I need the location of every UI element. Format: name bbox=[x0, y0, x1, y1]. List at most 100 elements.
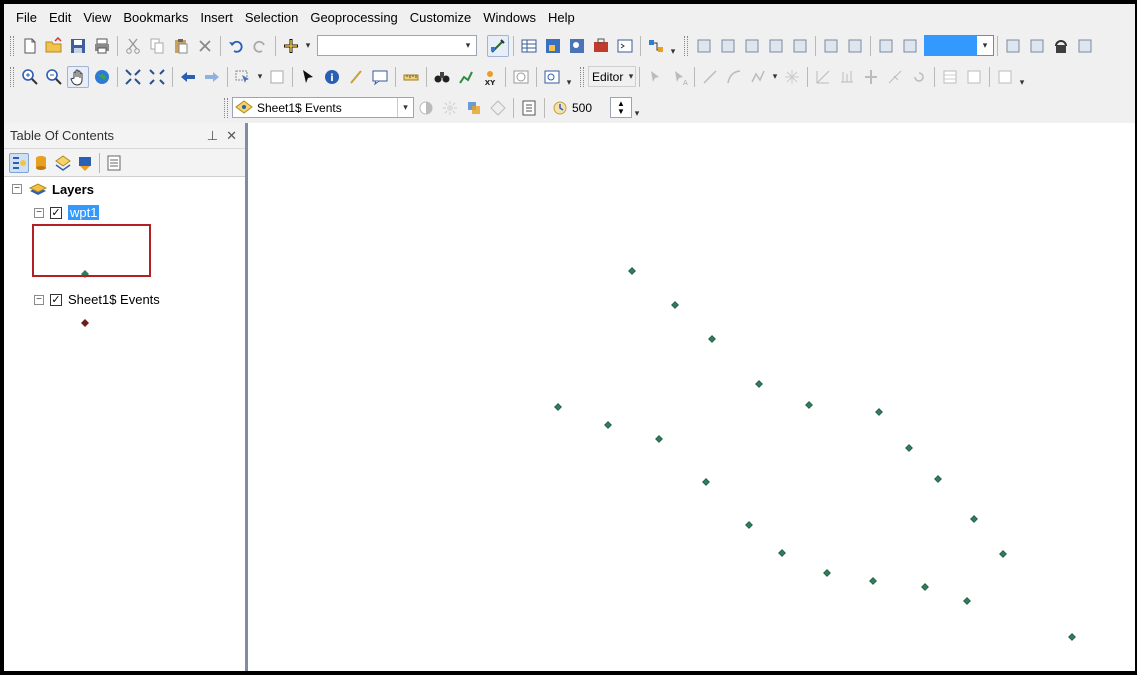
copy-icon[interactable] bbox=[146, 35, 168, 57]
map-point[interactable] bbox=[970, 515, 978, 523]
attributes-icon[interactable] bbox=[939, 66, 961, 88]
adjust-brightness-icon[interactable] bbox=[439, 97, 461, 119]
chevron-down-icon[interactable]: ▾ bbox=[770, 66, 780, 88]
toolbar-options-icon[interactable]: ▾ bbox=[1017, 66, 1027, 88]
map-point[interactable] bbox=[869, 577, 877, 585]
chevron-down-icon[interactable]: ▾ bbox=[397, 98, 413, 117]
arctoolbox-icon[interactable] bbox=[590, 35, 612, 57]
toolbar-grip[interactable] bbox=[10, 66, 14, 87]
fixed-zoom-out-icon[interactable] bbox=[146, 66, 168, 88]
zoom-100-icon[interactable] bbox=[789, 35, 811, 57]
collapse-icon[interactable]: − bbox=[34, 294, 44, 305]
flicker-rate-value[interactable]: 500 bbox=[572, 97, 610, 118]
zoom-in-fixed-icon[interactable] bbox=[693, 35, 715, 57]
chevron-down-icon[interactable]: ▾ bbox=[303, 35, 313, 57]
list-by-visibility-icon[interactable] bbox=[53, 153, 73, 173]
toolbar-options-icon[interactable]: ▾ bbox=[632, 97, 642, 119]
find-route-icon[interactable] bbox=[455, 66, 477, 88]
map-point[interactable] bbox=[999, 550, 1007, 558]
zoom-out-icon[interactable] bbox=[43, 66, 65, 88]
data-driven-pages-icon[interactable] bbox=[1074, 35, 1096, 57]
layer-name[interactable]: wpt1 bbox=[68, 205, 100, 220]
html-popup-icon[interactable] bbox=[369, 66, 391, 88]
editor-menu[interactable]: Editor ▾ bbox=[588, 66, 636, 87]
rotate-icon[interactable] bbox=[908, 66, 930, 88]
map-point[interactable] bbox=[805, 401, 813, 409]
layers-root[interactable]: − Layers bbox=[12, 181, 94, 197]
menu-bookmarks[interactable]: Bookmarks bbox=[117, 10, 194, 25]
add-data-icon[interactable] bbox=[280, 35, 302, 57]
select-features-icon[interactable] bbox=[232, 66, 254, 88]
map-point[interactable] bbox=[604, 421, 612, 429]
list-by-drawing-order-icon[interactable] bbox=[9, 152, 29, 173]
map-point[interactable] bbox=[554, 403, 562, 411]
list-by-selection-icon[interactable] bbox=[75, 153, 95, 173]
adjust-contrast-icon[interactable] bbox=[415, 97, 437, 119]
zoom-in-icon[interactable] bbox=[19, 66, 41, 88]
go-to-xy-icon[interactable]: XY bbox=[479, 66, 501, 88]
flicker-icon[interactable] bbox=[518, 97, 540, 119]
map-point[interactable] bbox=[702, 478, 710, 486]
measure-icon[interactable] bbox=[400, 66, 422, 88]
map-display[interactable] bbox=[251, 123, 1135, 671]
menu-file[interactable]: File bbox=[10, 10, 43, 25]
scale-combo[interactable]: ▾ bbox=[317, 35, 477, 56]
toolbar-grip[interactable] bbox=[580, 66, 584, 87]
open-folder-icon[interactable] bbox=[43, 35, 65, 57]
layer-name[interactable]: Sheet1$ Events bbox=[68, 292, 160, 307]
table-window-icon[interactable] bbox=[518, 35, 540, 57]
menu-windows[interactable]: Windows bbox=[477, 10, 542, 25]
point-symbol-icon[interactable] bbox=[80, 318, 90, 328]
point-icon[interactable] bbox=[781, 66, 803, 88]
swipe-icon[interactable] bbox=[487, 97, 509, 119]
catalog-icon[interactable] bbox=[542, 35, 564, 57]
cut-polygons-icon[interactable] bbox=[860, 66, 882, 88]
zoom-whole-page-icon[interactable] bbox=[765, 35, 787, 57]
new-document-icon[interactable] bbox=[19, 35, 41, 57]
map-canvas[interactable] bbox=[251, 123, 1135, 671]
cut-icon[interactable] bbox=[122, 35, 144, 57]
map-point[interactable] bbox=[755, 380, 763, 388]
toolbar-grip[interactable] bbox=[224, 97, 228, 118]
edit-annotation-icon[interactable]: A bbox=[668, 66, 690, 88]
paste-icon[interactable] bbox=[170, 35, 192, 57]
zoom-out-fixed-icon[interactable] bbox=[717, 35, 739, 57]
toggle-draft-mode-icon[interactable] bbox=[1002, 35, 1024, 57]
time-slider-icon[interactable] bbox=[510, 66, 532, 88]
menu-insert[interactable]: Insert bbox=[194, 10, 239, 25]
python-window-icon[interactable] bbox=[614, 35, 636, 57]
layout-zoom-combo[interactable]: ▾ bbox=[924, 35, 994, 56]
map-point[interactable] bbox=[934, 475, 942, 483]
edit-tool-icon[interactable] bbox=[644, 66, 666, 88]
map-point[interactable] bbox=[875, 408, 883, 416]
go-forward-extent-icon[interactable] bbox=[899, 35, 921, 57]
options-icon[interactable] bbox=[104, 153, 124, 173]
toolbar-options-icon[interactable]: ▾ bbox=[564, 66, 574, 88]
go-back-extent-icon[interactable] bbox=[875, 35, 897, 57]
select-elements-icon[interactable] bbox=[297, 66, 319, 88]
save-icon[interactable] bbox=[67, 35, 89, 57]
close-icon[interactable]: ✕ bbox=[226, 128, 237, 144]
menu-edit[interactable]: Edit bbox=[43, 10, 77, 25]
map-point[interactable] bbox=[823, 569, 831, 577]
layer-select-combo[interactable]: Sheet1$ Events ▾ bbox=[232, 97, 414, 118]
collapse-icon[interactable]: − bbox=[12, 184, 22, 194]
go-back-icon[interactable] bbox=[177, 66, 199, 88]
editor-toolbar-icon[interactable] bbox=[487, 34, 509, 57]
identify-icon[interactable]: i bbox=[321, 66, 343, 88]
list-by-source-icon[interactable] bbox=[31, 153, 51, 173]
create-features-icon[interactable] bbox=[994, 66, 1016, 88]
menu-help[interactable]: Help bbox=[542, 10, 581, 25]
change-layout-icon[interactable] bbox=[1050, 35, 1072, 57]
layer-visibility-checkbox[interactable]: ✓ bbox=[50, 293, 62, 306]
map-point[interactable] bbox=[778, 549, 786, 557]
adjust-transparency-icon[interactable] bbox=[463, 97, 485, 119]
clear-selection-icon[interactable] bbox=[266, 66, 288, 88]
pan-icon[interactable] bbox=[67, 65, 89, 88]
sketch-properties-icon[interactable] bbox=[963, 66, 985, 88]
reshape-icon[interactable] bbox=[836, 66, 858, 88]
print-icon[interactable] bbox=[91, 35, 113, 57]
delete-icon[interactable] bbox=[194, 35, 216, 57]
spinner-down-icon[interactable]: ▼ bbox=[617, 107, 625, 116]
full-extent-icon[interactable] bbox=[91, 66, 113, 88]
